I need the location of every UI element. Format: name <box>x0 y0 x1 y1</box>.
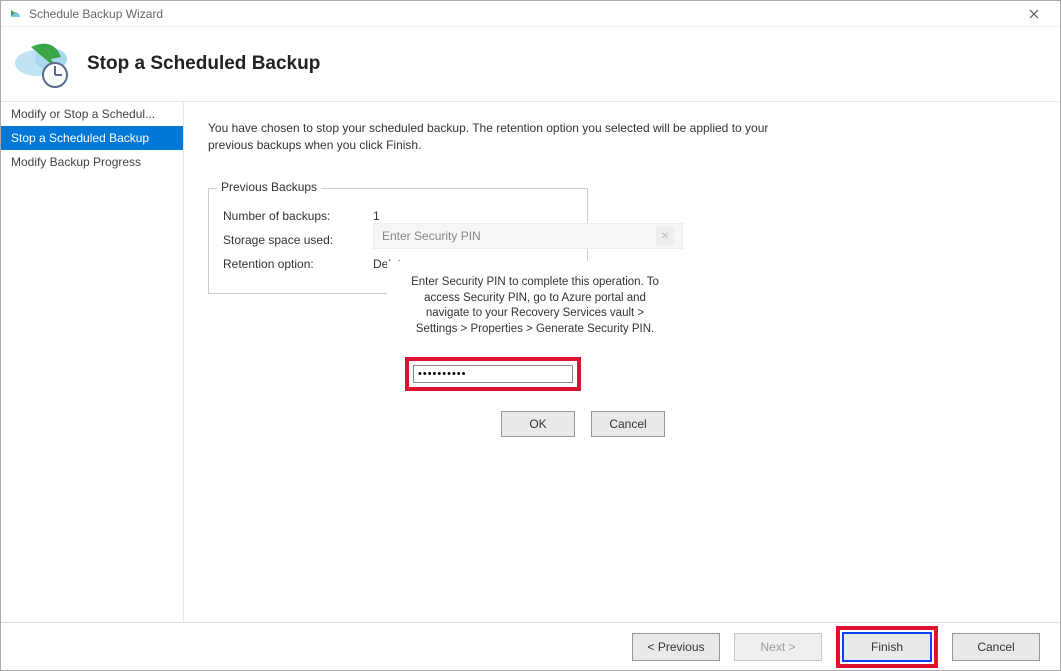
value: 1 <box>373 209 380 223</box>
row-number-of-backups: Number of backups: 1 <box>223 209 573 223</box>
previous-button[interactable]: < Previous <box>632 633 720 661</box>
button-label: Cancel <box>609 417 646 431</box>
finish-button-highlight: Finish <box>836 626 938 668</box>
sidebar-item-modify-progress[interactable]: Modify Backup Progress <box>1 150 183 174</box>
backup-logo-icon <box>7 34 77 94</box>
button-label: Cancel <box>977 640 1014 654</box>
wizard-window: Schedule Backup Wizard Stop a Scheduled … <box>0 0 1061 671</box>
button-label: Next > <box>760 640 795 654</box>
app-icon <box>7 6 23 22</box>
window-title: Schedule Backup Wizard <box>29 7 1014 21</box>
wizard-footer: < Previous Next > Finish Cancel <box>1 622 1060 670</box>
security-pin-header: Enter Security PIN ✕ <box>373 223 683 249</box>
security-pin-dialog: Enter Security PIN to complete this oper… <box>387 261 683 455</box>
label: Number of backups: <box>223 209 373 223</box>
security-pin-buttons: OK Cancel <box>501 411 665 437</box>
security-pin-message: Enter Security PIN to complete this oper… <box>405 275 665 337</box>
label: Retention option: <box>223 257 373 271</box>
finish-button[interactable]: Finish <box>842 632 932 662</box>
wizard-sidebar: Modify or Stop a Schedul... Stop a Sched… <box>1 102 184 622</box>
button-label: < Previous <box>647 640 704 654</box>
sidebar-item-label: Modify Backup Progress <box>11 155 141 169</box>
sidebar-item-stop-backup[interactable]: Stop a Scheduled Backup <box>1 126 183 150</box>
wizard-header: Stop a Scheduled Backup <box>1 27 1060 101</box>
page-title: Stop a Scheduled Backup <box>87 53 320 75</box>
security-pin-input-highlight <box>405 357 581 391</box>
next-button: Next > <box>734 633 822 661</box>
cancel-button[interactable]: Cancel <box>591 411 665 437</box>
security-pin-close-button[interactable]: ✕ <box>656 227 674 245</box>
window-close-button[interactable] <box>1014 1 1054 26</box>
button-label: Finish <box>871 640 903 654</box>
sidebar-item-modify-or-stop[interactable]: Modify or Stop a Schedul... <box>1 102 183 126</box>
cancel-button[interactable]: Cancel <box>952 633 1040 661</box>
titlebar: Schedule Backup Wizard <box>1 1 1060 27</box>
button-label: OK <box>529 417 546 431</box>
sidebar-item-label: Stop a Scheduled Backup <box>11 131 149 145</box>
intro-text: You have chosen to stop your scheduled b… <box>208 120 788 154</box>
security-pin-placeholder: Enter Security PIN <box>382 229 481 243</box>
ok-button[interactable]: OK <box>501 411 575 437</box>
fieldset-legend: Previous Backups <box>217 180 321 194</box>
sidebar-item-label: Modify or Stop a Schedul... <box>11 107 155 121</box>
label: Storage space used: <box>223 233 373 247</box>
security-pin-input[interactable] <box>413 365 573 383</box>
